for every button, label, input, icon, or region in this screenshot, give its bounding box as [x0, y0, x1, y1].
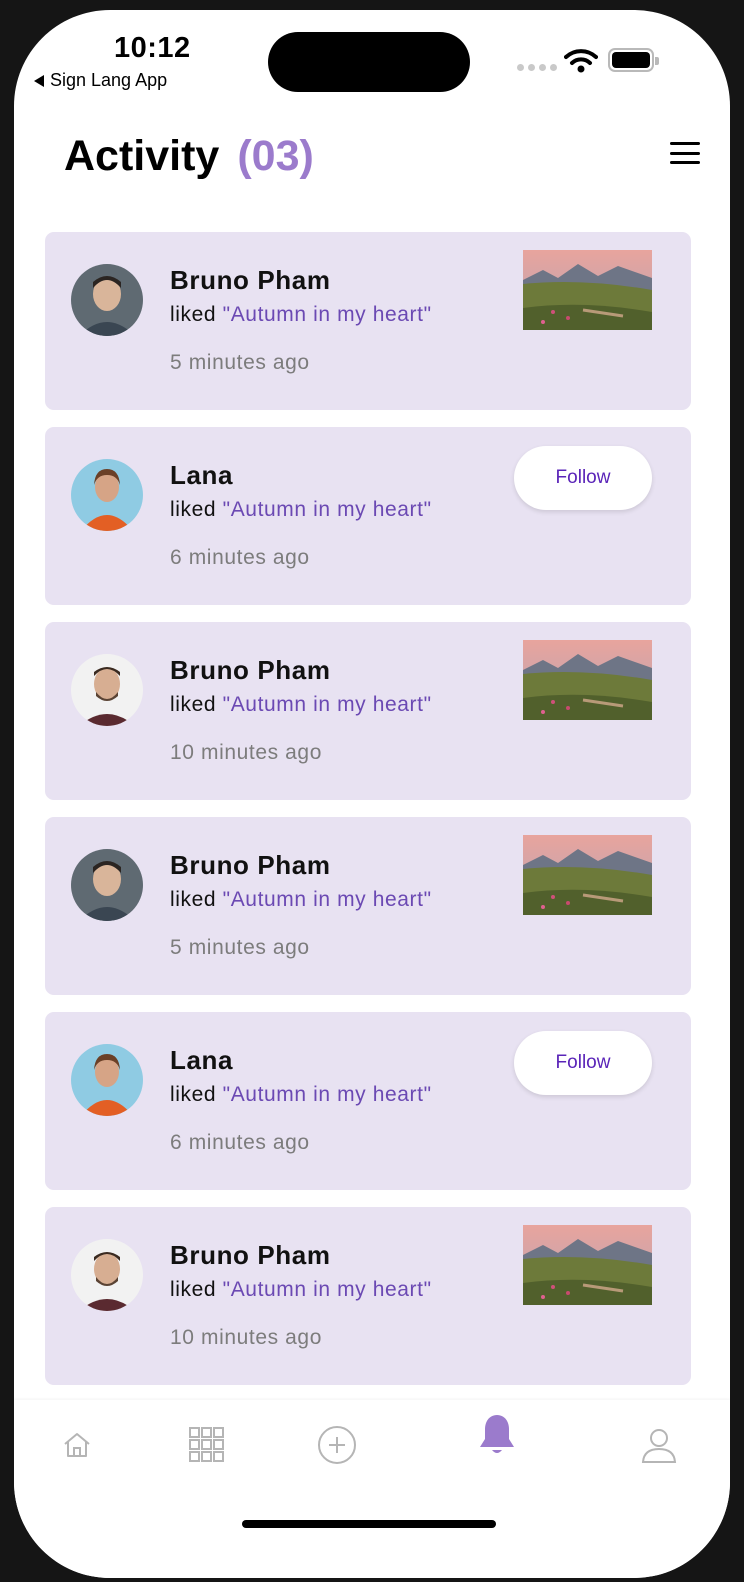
user-name[interactable]: Bruno Pham	[170, 1240, 331, 1271]
screen: 10:12 Sign Lang App Activity (03) Bruno …	[14, 10, 730, 1578]
grid-icon	[189, 1427, 224, 1462]
status-time: 10:12	[114, 32, 191, 64]
tab-add[interactable]	[314, 1422, 360, 1468]
timestamp: 10 minutes ago	[170, 1326, 322, 1349]
avatar[interactable]	[71, 654, 143, 726]
activity-list: Bruno Pham liked "Autumn in my heart" 5 …	[45, 232, 691, 1439]
tab-browse[interactable]	[184, 1422, 230, 1468]
post-link[interactable]: "Autumn in my heart"	[223, 888, 432, 911]
tab-profile[interactable]	[636, 1422, 682, 1468]
activity-text: liked "Autumn in my heart"	[170, 1083, 432, 1106]
activity-text: liked "Autumn in my heart"	[170, 693, 432, 716]
post-link[interactable]: "Autumn in my heart"	[223, 1083, 432, 1106]
activity-item[interactable]: Bruno Pham liked "Autumn in my heart" 10…	[45, 1207, 691, 1385]
avatar[interactable]	[71, 849, 143, 921]
avatar[interactable]	[71, 1239, 143, 1311]
post-thumbnail[interactable]	[523, 1225, 652, 1305]
user-name[interactable]: Lana	[170, 460, 233, 491]
activity-text: liked "Autumn in my heart"	[170, 303, 432, 326]
activity-count: (03)	[237, 132, 314, 180]
avatar[interactable]	[71, 459, 143, 531]
avatar[interactable]	[71, 264, 143, 336]
timestamp: 5 minutes ago	[170, 936, 310, 959]
wifi-icon	[564, 49, 598, 73]
home-icon	[64, 1433, 90, 1457]
bottom-tab-bar	[14, 1400, 730, 1578]
avatar[interactable]	[71, 1044, 143, 1116]
tab-home[interactable]	[54, 1422, 100, 1468]
post-thumbnail[interactable]	[523, 835, 652, 915]
activity-item[interactable]: Lana liked "Autumn in my heart" 6 minute…	[45, 1012, 691, 1190]
activity-item[interactable]: Bruno Pham liked "Autumn in my heart" 5 …	[45, 232, 691, 410]
page-header: Activity (03)	[64, 132, 314, 181]
user-name[interactable]: Bruno Pham	[170, 265, 331, 296]
post-link[interactable]: "Autumn in my heart"	[223, 693, 432, 716]
user-name[interactable]: Bruno Pham	[170, 655, 331, 686]
tab-notifications[interactable]	[474, 1412, 520, 1458]
timestamp: 10 minutes ago	[170, 741, 322, 764]
back-to-app-link[interactable]: Sign Lang App	[34, 70, 167, 91]
timestamp: 6 minutes ago	[170, 546, 310, 569]
profile-icon	[641, 1429, 677, 1463]
activity-text: liked "Autumn in my heart"	[170, 888, 432, 911]
post-thumbnail[interactable]	[523, 250, 652, 330]
cellular-signal-icon	[517, 64, 557, 71]
post-link[interactable]: "Autumn in my heart"	[223, 303, 432, 326]
post-thumbnail[interactable]	[523, 640, 652, 720]
activity-text: liked "Autumn in my heart"	[170, 1278, 432, 1301]
menu-icon[interactable]	[670, 142, 700, 164]
back-arrow-icon	[34, 74, 44, 87]
page-title: Activity	[64, 132, 220, 180]
home-indicator	[242, 1520, 496, 1528]
follow-button[interactable]: Follow	[514, 446, 652, 510]
user-name[interactable]: Bruno Pham	[170, 850, 331, 881]
add-circle-icon	[318, 1426, 356, 1464]
user-name[interactable]: Lana	[170, 1045, 233, 1076]
activity-item[interactable]: Bruno Pham liked "Autumn in my heart" 10…	[45, 622, 691, 800]
dynamic-island	[268, 32, 470, 92]
activity-text: liked "Autumn in my heart"	[170, 498, 432, 521]
timestamp: 5 minutes ago	[170, 351, 310, 374]
post-link[interactable]: "Autumn in my heart"	[223, 1278, 432, 1301]
activity-item[interactable]: Bruno Pham liked "Autumn in my heart" 5 …	[45, 817, 691, 995]
bell-icon	[480, 1415, 514, 1453]
activity-item[interactable]: Lana liked "Autumn in my heart" 6 minute…	[45, 427, 691, 605]
follow-button[interactable]: Follow	[514, 1031, 652, 1095]
post-link[interactable]: "Autumn in my heart"	[223, 498, 432, 521]
back-app-label: Sign Lang App	[50, 70, 168, 90]
battery-icon	[608, 48, 659, 72]
timestamp: 6 minutes ago	[170, 1131, 310, 1154]
